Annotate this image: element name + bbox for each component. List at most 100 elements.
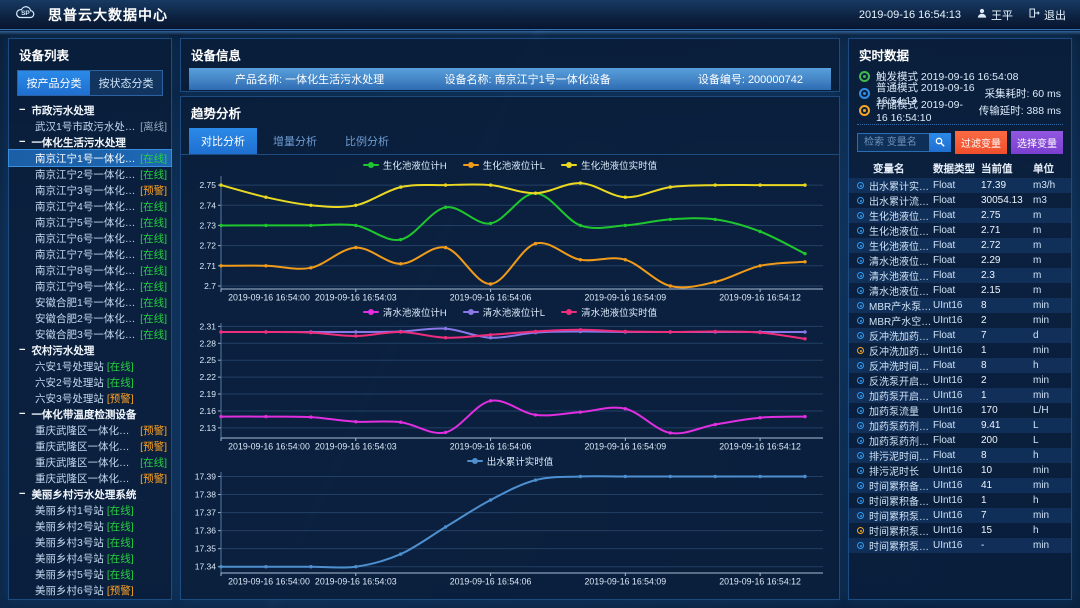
table-row[interactable]: 生化池液位计LFloat2.71m bbox=[849, 223, 1071, 238]
table-row[interactable]: 排污泥时间间隔Float8h bbox=[849, 448, 1071, 463]
legend-marker bbox=[561, 311, 577, 313]
device-item[interactable]: 重庆武隆区一体化设备1号站[预警] bbox=[9, 422, 171, 438]
sidebar-tab-1[interactable]: 按状态分类 bbox=[90, 71, 162, 95]
variable-unit: m bbox=[1033, 210, 1063, 221]
table-row[interactable]: 时间累积泵前产水电动阀分UInt16-min bbox=[849, 538, 1071, 553]
table-row[interactable]: 加药泵流量UInt16170L/H bbox=[849, 403, 1071, 418]
device-status: [预警] bbox=[107, 391, 134, 406]
device-item[interactable]: 六安3号处理站[预警] bbox=[9, 390, 171, 406]
device-item[interactable]: 南京江宁3号一体化设备[预警] bbox=[9, 182, 171, 198]
device-item[interactable]: 南京江宁7号一体化设备[在线] bbox=[9, 246, 171, 262]
device-item[interactable]: 安徽合肥3号一体化设备[在线] bbox=[9, 326, 171, 342]
variable-icon bbox=[857, 482, 864, 489]
variable-name: 反冲洗加药泵时间 bbox=[869, 343, 933, 358]
device-group[interactable]: −农村污水处理 bbox=[9, 342, 171, 358]
search-button[interactable] bbox=[929, 133, 951, 152]
search-icon bbox=[935, 135, 945, 150]
device-item[interactable]: 美丽乡村6号站[预警] bbox=[9, 582, 171, 598]
legend-item[interactable]: 清水池液位计H bbox=[363, 305, 447, 319]
table-row[interactable]: 生化池液位计HFloat2.75m bbox=[849, 208, 1071, 223]
device-item[interactable]: 重庆武隆区一体化设备4号站[预警] bbox=[9, 470, 171, 486]
table-row[interactable]: 加药泵药剂累计流量Float9.41L bbox=[849, 418, 1071, 433]
device-item[interactable]: 南京江宁1号一体化设备[在线] bbox=[9, 150, 171, 166]
device-item[interactable]: 安徽合肥1号一体化设备[在线] bbox=[9, 294, 171, 310]
table-row[interactable]: 清水池液位计HFloat2.29m bbox=[849, 253, 1071, 268]
table-row[interactable]: 时间累积泵后产水电动阀时UInt1615h bbox=[849, 523, 1071, 538]
collapse-icon[interactable]: − bbox=[19, 408, 25, 420]
variable-name: 清水池液位实时值 bbox=[869, 283, 933, 298]
variable-icon bbox=[857, 257, 864, 264]
variable-value: 8 bbox=[981, 450, 1033, 461]
table-row[interactable]: 生化池液位实时值Float2.72m bbox=[849, 238, 1071, 253]
legend-marker bbox=[363, 311, 379, 313]
device-item[interactable]: 南京江宁5号一体化设备[在线] bbox=[9, 214, 171, 230]
device-group[interactable]: −市政污水处理 bbox=[9, 102, 171, 118]
device-group[interactable]: −一体化带温度检测设备 bbox=[9, 406, 171, 422]
trend-tab-0[interactable]: 对比分析 bbox=[189, 128, 257, 154]
device-item[interactable]: 重庆武隆区一体化设备2号站[预警] bbox=[9, 438, 171, 454]
table-row[interactable]: 反冲洗加药泵时间UInt161min bbox=[849, 343, 1071, 358]
device-item[interactable]: 美丽乡村2号站[在线] bbox=[9, 518, 171, 534]
device-status: [在线] bbox=[107, 359, 134, 374]
collapse-icon[interactable]: − bbox=[19, 136, 25, 148]
collapse-icon[interactable]: − bbox=[19, 344, 25, 356]
svg-text:2019-09-16 16:54:03: 2019-09-16 16:54:03 bbox=[315, 293, 397, 303]
select-variables-button[interactable]: 选择变量 bbox=[1011, 131, 1063, 154]
table-row[interactable]: 反冲洗加药泵间隔时间Float7d bbox=[849, 328, 1071, 343]
chart-block-1: 生化池液位计H生化池液位计L生化池液位实时值2.72.712.722.732.7… bbox=[187, 157, 833, 304]
variable-search-input[interactable] bbox=[857, 133, 929, 152]
table-row[interactable]: 加药泵开启运行时间UInt161min bbox=[849, 388, 1071, 403]
device-item[interactable]: 六安1号处理站[在线] bbox=[9, 358, 171, 374]
table-row[interactable]: 出水累计实时值Float17.39m3/h bbox=[849, 178, 1071, 193]
table-row[interactable]: 清水池液位计LFloat2.3m bbox=[849, 268, 1071, 283]
table-row[interactable]: 排污泥时长UInt1610min bbox=[849, 463, 1071, 478]
device-item[interactable]: 重庆武隆区一体化设备3号站[在线] bbox=[9, 454, 171, 470]
sidebar-tab-0[interactable]: 按产品分类 bbox=[18, 71, 90, 95]
device-item[interactable]: 美丽乡村4号站[在线] bbox=[9, 550, 171, 566]
variable-icon bbox=[857, 197, 864, 204]
table-row[interactable]: 反冲洗时间间隔Float8h bbox=[849, 358, 1071, 373]
filter-variables-button[interactable]: 过滤变量 bbox=[955, 131, 1007, 154]
table-row[interactable]: 时间累积备用提升泵分UInt1641min bbox=[849, 478, 1071, 493]
variable-name: 反洗泵开启反洗时长 bbox=[869, 373, 933, 388]
table-row[interactable]: 时间累积备用提升泵时UInt161h bbox=[849, 493, 1071, 508]
collapse-icon[interactable]: − bbox=[19, 104, 25, 116]
device-item[interactable]: 南京江宁9号一体化设备[在线] bbox=[9, 278, 171, 294]
device-item[interactable]: 美丽乡村3号站[在线] bbox=[9, 534, 171, 550]
variable-unit: m3/h bbox=[1033, 180, 1063, 191]
legend-item[interactable]: 生化池液位实时值 bbox=[561, 158, 657, 172]
user-menu[interactable]: 王平 bbox=[977, 7, 1013, 23]
device-item[interactable]: 美丽乡村1号站[在线] bbox=[9, 502, 171, 518]
trend-tab-1[interactable]: 增量分析 bbox=[261, 128, 329, 154]
table-row[interactable]: 清水池液位实时值Float2.15m bbox=[849, 283, 1071, 298]
device-item[interactable]: 南京江宁6号一体化设备[在线] bbox=[9, 230, 171, 246]
device-group[interactable]: −一体化生活污水处理 bbox=[9, 134, 171, 150]
table-row[interactable]: MBR产水空爆时间分UInt162min bbox=[849, 313, 1071, 328]
collapse-icon[interactable]: − bbox=[19, 488, 25, 500]
device-item[interactable]: 南京江宁8号一体化设备[在线] bbox=[9, 262, 171, 278]
legend-item[interactable]: 清水池液位计L bbox=[463, 305, 545, 319]
device-item[interactable]: 武汉1号市政污水处理设备[离线] bbox=[9, 118, 171, 134]
svg-text:2019-09-16 16:54:12: 2019-09-16 16:54:12 bbox=[719, 577, 801, 587]
table-row[interactable]: 加药泵药剂限定值Float200L bbox=[849, 433, 1071, 448]
svg-text:2019-09-16 16:54:00: 2019-09-16 16:54:00 bbox=[228, 577, 310, 587]
trend-tab-2[interactable]: 比例分析 bbox=[333, 128, 401, 154]
device-item[interactable]: 安徽合肥2号一体化设备[在线] bbox=[9, 310, 171, 326]
device-item[interactable]: 南京江宁2号一体化设备[在线] bbox=[9, 166, 171, 182]
device-item[interactable]: 六安2号处理站[在线] bbox=[9, 374, 171, 390]
device-group[interactable]: −美丽乡村污水处理系统 bbox=[9, 486, 171, 502]
legend-item[interactable]: 清水池液位实时值 bbox=[561, 305, 657, 319]
variable-value: 2.29 bbox=[981, 255, 1033, 266]
device-status: [预警] bbox=[107, 583, 134, 598]
legend-item[interactable]: 出水累计实时值 bbox=[467, 454, 554, 468]
device-item[interactable]: 南京江宁4号一体化设备[在线] bbox=[9, 198, 171, 214]
table-row[interactable]: 出水累计流量值Float30054.13m3 bbox=[849, 193, 1071, 208]
table-row[interactable]: 反洗泵开启反洗时长UInt162min bbox=[849, 373, 1071, 388]
logout-button[interactable]: 退出 bbox=[1029, 7, 1066, 23]
table-row[interactable]: 时间累积泵后产水电动阀分UInt167min bbox=[849, 508, 1071, 523]
legend-item[interactable]: 生化池液位计H bbox=[363, 158, 447, 172]
device-item[interactable]: 美丽乡村5号站[在线] bbox=[9, 566, 171, 582]
variable-name: 清水池液位计H bbox=[869, 253, 933, 268]
table-row[interactable]: MBR产水泵产水时间分UInt168min bbox=[849, 298, 1071, 313]
legend-item[interactable]: 生化池液位计L bbox=[463, 158, 545, 172]
